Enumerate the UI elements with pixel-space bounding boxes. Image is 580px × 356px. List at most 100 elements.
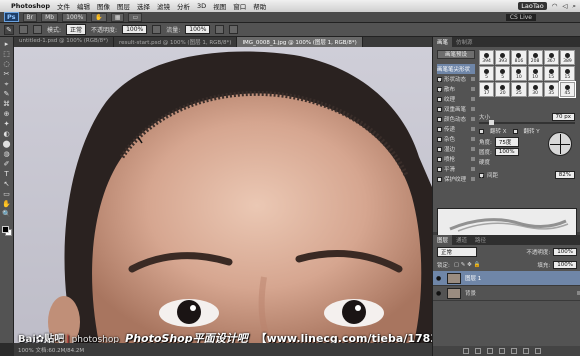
brush-tip[interactable]: 15 — [543, 66, 559, 81]
brush-tip[interactable]: 208 — [527, 50, 543, 65]
layer-row-selected[interactable]: ● 图层 1 — [433, 271, 580, 286]
zoom-tool-icon[interactable]: 🔍 — [2, 210, 12, 219]
lock-icon[interactable] — [471, 167, 475, 171]
menu-view[interactable]: 视图 — [213, 1, 226, 11]
lock-icon[interactable] — [471, 157, 475, 161]
menu-photoshop[interactable]: Photoshop — [11, 2, 50, 10]
brush-option-texture[interactable]: 纹理 — [437, 94, 475, 104]
checkbox[interactable]: ✓ — [437, 76, 443, 84]
user-label[interactable]: LaoTao — [518, 2, 547, 10]
foreground-color-swatch[interactable] — [1, 226, 9, 233]
menu-layer[interactable]: 图层 — [117, 1, 130, 11]
menu-help[interactable]: 帮助 — [253, 1, 266, 11]
document-tab[interactable]: result-start.psd @ 100% (图层 1, RGB/8*) — [114, 37, 238, 47]
brush-option-dual-brush[interactable]: 双重画笔 — [437, 104, 475, 114]
gradient-tool-icon[interactable]: ⬤ — [2, 140, 12, 149]
checkbox[interactable]: ✓ — [437, 86, 443, 94]
lock-icon[interactable] — [471, 177, 475, 181]
lock-icon[interactable] — [471, 147, 475, 151]
opacity-input[interactable]: 100% — [122, 25, 148, 34]
roundness-input[interactable]: 100% — [494, 148, 519, 156]
marquee-tool-icon[interactable]: ⬚ — [2, 50, 12, 59]
healing-brush-tool-icon[interactable]: ✎ — [2, 90, 12, 99]
brush-tip[interactable]: 25 — [511, 82, 527, 97]
checkbox[interactable] — [437, 176, 442, 182]
link-layers-icon[interactable] — [463, 348, 469, 354]
layer-opacity-input[interactable]: 100% — [553, 248, 577, 256]
brush-tip[interactable]: 30 — [527, 82, 543, 97]
menu-analysis[interactable]: 分析 — [177, 1, 190, 11]
brush-tip[interactable]: 393 — [495, 50, 511, 65]
pressure-opacity-button[interactable] — [152, 25, 162, 34]
brush-option-wet-edges[interactable]: 湿边 — [437, 144, 475, 154]
brush-tip[interactable]: 394 — [479, 50, 495, 65]
crop-tool-icon[interactable]: ✂ — [2, 70, 12, 79]
blur-tool-icon[interactable]: ◍ — [2, 150, 12, 159]
add-mask-icon[interactable] — [487, 348, 493, 354]
move-tool-icon[interactable]: ▸ — [2, 40, 12, 49]
size-slider-knob[interactable] — [489, 120, 494, 125]
layer-style-icon[interactable] — [475, 348, 481, 354]
document-canvas[interactable] — [14, 47, 432, 343]
brush-tip[interactable]: 10 — [527, 66, 543, 81]
brush-size-picker[interactable] — [19, 25, 28, 34]
status-zoom[interactable]: 100% — [18, 348, 34, 354]
brush-tip[interactable]: 17 — [479, 82, 495, 97]
pressure-size-button[interactable] — [229, 25, 239, 34]
arrange-documents-button[interactable]: ▦ — [110, 12, 125, 22]
menu-image[interactable]: 图像 — [97, 1, 110, 11]
visibility-eye-icon[interactable]: ● — [436, 290, 443, 297]
lock-icon[interactable] — [471, 117, 475, 121]
menu-select[interactable]: 选择 — [137, 1, 150, 11]
lock-icon[interactable] — [471, 107, 475, 111]
brush-option-smoothing[interactable]: 平滑 — [437, 164, 475, 174]
menu-3d[interactable]: 3D — [197, 2, 206, 10]
tab-brush[interactable]: 画笔 — [433, 37, 453, 47]
mode-select[interactable]: 正常 — [66, 24, 87, 35]
color-swatches[interactable] — [1, 226, 12, 236]
lock-icon[interactable] — [471, 97, 475, 101]
brush-tip[interactable]: 35 — [543, 82, 559, 97]
lock-icon[interactable] — [471, 127, 475, 131]
brush-tip[interactable]: 389 — [559, 50, 575, 65]
brush-tool-preset-icon[interactable]: ✎ — [4, 24, 14, 35]
brush-option-shape-dynamics[interactable]: ✓ 形状动态 — [437, 74, 475, 84]
checkbox[interactable] — [437, 136, 442, 142]
blend-mode-select[interactable]: 正常 — [437, 247, 477, 257]
brush-option-scattering[interactable]: ✓ 散布 — [437, 84, 475, 94]
brush-option-transfer[interactable]: 传递 — [437, 124, 475, 134]
size-input[interactable]: 70 px — [551, 113, 575, 121]
tab-layers[interactable]: 图层 — [433, 235, 453, 245]
checkbox[interactable] — [437, 146, 442, 152]
minibridge-button[interactable]: Mb — [41, 12, 59, 22]
lock-icon[interactable] — [471, 87, 475, 91]
brush-tool-icon[interactable]: ⌘ — [2, 100, 12, 109]
tab-channels[interactable]: 通道 — [452, 235, 471, 245]
brush-option-tip-shape[interactable]: 画笔笔尖形状 — [437, 64, 475, 74]
spotlight-icon[interactable]: ⌕ — [572, 2, 576, 11]
brush-option-color-dynamics[interactable]: 颜色动态 — [437, 114, 475, 124]
adjustment-layer-icon[interactable] — [499, 348, 505, 354]
brush-panel-toggle[interactable] — [33, 25, 42, 34]
brush-tip[interactable]: 5 — [495, 66, 511, 81]
menu-filter[interactable]: 滤镜 — [157, 1, 170, 11]
checkbox[interactable] — [437, 96, 442, 102]
shape-tool-icon[interactable]: ▭ — [2, 190, 12, 199]
path-selection-tool-icon[interactable]: ↖ — [2, 180, 12, 189]
menu-edit[interactable]: 编辑 — [77, 1, 90, 11]
volume-icon[interactable]: ◁ — [562, 2, 567, 10]
document-tab[interactable]: untitled-1.psd @ 100% (RGB/8*) — [14, 37, 115, 47]
type-tool-icon[interactable]: T — [2, 170, 12, 179]
angle-input[interactable]: 75度 — [494, 137, 519, 147]
brush-tip-selected[interactable]: 45 — [558, 81, 577, 98]
size-slider[interactable] — [479, 120, 575, 125]
new-layer-icon[interactable] — [523, 348, 529, 354]
tab-clone-source[interactable]: 仿制源 — [452, 37, 477, 47]
fill-input[interactable]: 100% — [553, 261, 577, 269]
brush-tip[interactable]: 816 — [511, 50, 527, 65]
clone-stamp-tool-icon[interactable]: ⊕ — [2, 110, 12, 119]
brush-presets-button[interactable]: 画笔预设 — [437, 50, 475, 59]
delete-layer-icon[interactable] — [535, 348, 541, 354]
checkbox[interactable] — [437, 126, 442, 132]
zoom-select[interactable]: 100% — [62, 12, 88, 22]
